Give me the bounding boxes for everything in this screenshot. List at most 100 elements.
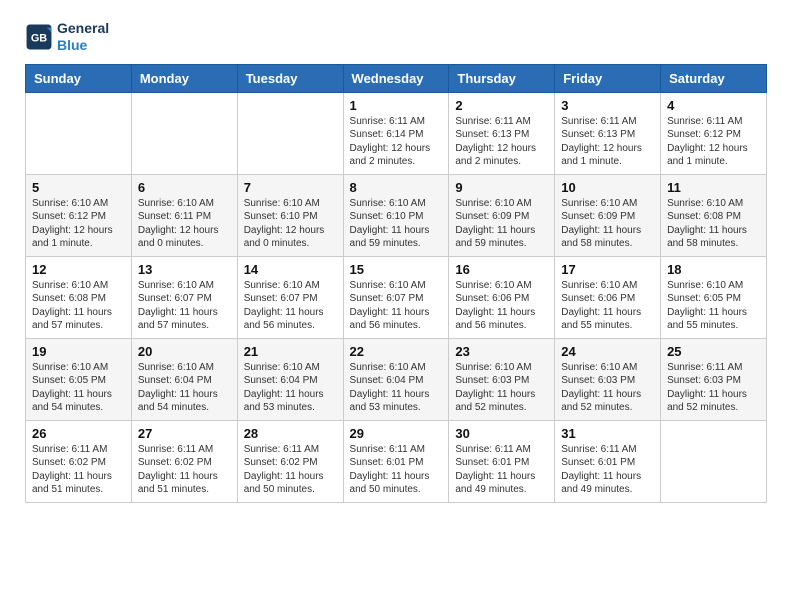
day-number: 28 [244, 426, 337, 441]
weekday-header-friday: Friday [555, 64, 661, 92]
day-info: Sunrise: 6:10 AM Sunset: 6:08 PM Dayligh… [32, 279, 125, 333]
calendar-table: SundayMondayTuesdayWednesdayThursdayFrid… [25, 64, 767, 503]
calendar-cell: 15 Sunrise: 6:10 AM Sunset: 6:07 PM Dayli… [343, 256, 449, 338]
day-number: 18 [667, 262, 760, 277]
calendar-cell: 8Sunrise: 6:10 AM Sunset: 6:10 PM Daylig… [343, 174, 449, 256]
weekday-header-saturday: Saturday [661, 64, 767, 92]
day-info: Sunrise: 6:11 AM Sunset: 6:02 PM Dayligh… [244, 443, 337, 497]
weekday-header-sunday: Sunday [26, 64, 132, 92]
weekday-header-thursday: Thursday [449, 64, 555, 92]
day-number: 1 [350, 98, 443, 113]
day-number: 5 [32, 180, 125, 195]
day-number: 6 [138, 180, 231, 195]
day-number: 24 [561, 344, 654, 359]
calendar-cell [26, 92, 132, 174]
day-info: Sunrise: 6:10 AM Sunset: 6:04 PM Dayligh… [350, 361, 443, 415]
day-number: 16 [455, 262, 548, 277]
day-info: Sunrise: 6:10 AM Sunset: 6:10 PM Dayligh… [350, 197, 443, 251]
day-number: 12 [32, 262, 125, 277]
day-info: Sunrise: 6:10 AM Sunset: 6:10 PM Dayligh… [244, 197, 337, 251]
logo-text: General Blue [57, 20, 109, 54]
day-info: Sunrise: 6:10 AM Sunset: 6:07 PM Dayligh… [138, 279, 231, 333]
calendar-cell: 31 Sunrise: 6:11 AM Sunset: 6:01 PM Dayli… [555, 420, 661, 502]
calendar-cell: 30Sunrise: 6:11 AM Sunset: 6:01 PM Dayli… [449, 420, 555, 502]
day-number: 13 [138, 262, 231, 277]
day-info: Sunrise: 6:10 AM Sunset: 6:08 PM Dayligh… [667, 197, 760, 251]
day-number: 7 [244, 180, 337, 195]
calendar-cell: 2Sunrise: 6:11 AM Sunset: 6:13 PM Daylig… [449, 92, 555, 174]
calendar-cell [131, 92, 237, 174]
day-info: Sunrise: 6:10 AM Sunset: 6:04 PM Dayligh… [244, 361, 337, 415]
day-info: Sunrise: 6:10 AM Sunset: 6:06 PM Dayligh… [455, 279, 548, 333]
day-info: Sunrise: 6:11 AM Sunset: 6:01 PM Dayligh… [561, 443, 654, 497]
day-number: 19 [32, 344, 125, 359]
day-number: 30 [455, 426, 548, 441]
day-number: 20 [138, 344, 231, 359]
day-info: Sunrise: 6:10 AM Sunset: 6:07 PM Dayligh… [350, 279, 443, 333]
calendar-cell: 27 Sunrise: 6:11 AM Sunset: 6:02 PM Dayli… [131, 420, 237, 502]
day-number: 23 [455, 344, 548, 359]
day-number: 22 [350, 344, 443, 359]
day-info: Sunrise: 6:11 AM Sunset: 6:12 PM Dayligh… [667, 115, 760, 169]
calendar-cell: 21 Sunrise: 6:10 AM Sunset: 6:04 PM Dayli… [237, 338, 343, 420]
calendar-week-2: 12 Sunrise: 6:10 AM Sunset: 6:08 PM Dayli… [26, 256, 767, 338]
calendar-cell: 24 Sunrise: 6:10 AM Sunset: 6:03 PM Dayli… [555, 338, 661, 420]
day-info: Sunrise: 6:11 AM Sunset: 6:13 PM Dayligh… [455, 115, 548, 169]
calendar-cell: 17Sunrise: 6:10 AM Sunset: 6:06 PM Dayli… [555, 256, 661, 338]
day-number: 3 [561, 98, 654, 113]
calendar-week-1: 5 Sunrise: 6:10 AM Sunset: 6:12 PM Daylig… [26, 174, 767, 256]
weekday-header-wednesday: Wednesday [343, 64, 449, 92]
day-number: 10 [561, 180, 654, 195]
calendar-cell: 20 Sunrise: 6:10 AM Sunset: 6:04 PM Dayli… [131, 338, 237, 420]
day-info: Sunrise: 6:10 AM Sunset: 6:09 PM Dayligh… [561, 197, 654, 251]
day-info: Sunrise: 6:10 AM Sunset: 6:04 PM Dayligh… [138, 361, 231, 415]
day-info: Sunrise: 6:11 AM Sunset: 6:02 PM Dayligh… [138, 443, 231, 497]
svg-text:GB: GB [31, 32, 47, 44]
day-number: 15 [350, 262, 443, 277]
day-number: 25 [667, 344, 760, 359]
calendar-cell: 25 Sunrise: 6:11 AM Sunset: 6:03 PM Dayli… [661, 338, 767, 420]
calendar-header: SundayMondayTuesdayWednesdayThursdayFrid… [26, 64, 767, 92]
day-info: Sunrise: 6:10 AM Sunset: 6:07 PM Dayligh… [244, 279, 337, 333]
day-info: Sunrise: 6:11 AM Sunset: 6:03 PM Dayligh… [667, 361, 760, 415]
day-info: Sunrise: 6:10 AM Sunset: 6:11 PM Dayligh… [138, 197, 231, 251]
day-info: Sunrise: 6:10 AM Sunset: 6:03 PM Dayligh… [455, 361, 548, 415]
calendar-cell: 18 Sunrise: 6:10 AM Sunset: 6:05 PM Dayli… [661, 256, 767, 338]
calendar-cell: 16 Sunrise: 6:10 AM Sunset: 6:06 PM Dayli… [449, 256, 555, 338]
calendar-cell: 12 Sunrise: 6:10 AM Sunset: 6:08 PM Dayli… [26, 256, 132, 338]
day-info: Sunrise: 6:11 AM Sunset: 6:02 PM Dayligh… [32, 443, 125, 497]
calendar-cell [661, 420, 767, 502]
day-number: 29 [350, 426, 443, 441]
calendar-cell: 3Sunrise: 6:11 AM Sunset: 6:13 PM Daylig… [555, 92, 661, 174]
day-info: Sunrise: 6:10 AM Sunset: 6:05 PM Dayligh… [667, 279, 760, 333]
calendar-cell: 23 Sunrise: 6:10 AM Sunset: 6:03 PM Dayli… [449, 338, 555, 420]
day-info: Sunrise: 6:10 AM Sunset: 6:05 PM Dayligh… [32, 361, 125, 415]
calendar-cell: 26 Sunrise: 6:11 AM Sunset: 6:02 PM Dayli… [26, 420, 132, 502]
calendar-cell: 28 Sunrise: 6:11 AM Sunset: 6:02 PM Dayli… [237, 420, 343, 502]
calendar-week-4: 26 Sunrise: 6:11 AM Sunset: 6:02 PM Dayli… [26, 420, 767, 502]
day-number: 14 [244, 262, 337, 277]
day-number: 26 [32, 426, 125, 441]
calendar-cell [237, 92, 343, 174]
day-number: 21 [244, 344, 337, 359]
weekday-header-row: SundayMondayTuesdayWednesdayThursdayFrid… [26, 64, 767, 92]
logo: GB General Blue [25, 20, 109, 54]
day-info: Sunrise: 6:10 AM Sunset: 6:09 PM Dayligh… [455, 197, 548, 251]
calendar-cell: 1 Sunrise: 6:11 AM Sunset: 6:14 PM Daylig… [343, 92, 449, 174]
day-info: Sunrise: 6:10 AM Sunset: 6:03 PM Dayligh… [561, 361, 654, 415]
day-number: 4 [667, 98, 760, 113]
calendar-cell: 6 Sunrise: 6:10 AM Sunset: 6:11 PM Daylig… [131, 174, 237, 256]
calendar-cell: 4 Sunrise: 6:11 AM Sunset: 6:12 PM Daylig… [661, 92, 767, 174]
logo-icon: GB [25, 23, 53, 51]
calendar-cell: 13 Sunrise: 6:10 AM Sunset: 6:07 PM Dayli… [131, 256, 237, 338]
calendar-cell: 19 Sunrise: 6:10 AM Sunset: 6:05 PM Dayli… [26, 338, 132, 420]
day-number: 27 [138, 426, 231, 441]
weekday-header-tuesday: Tuesday [237, 64, 343, 92]
calendar-week-0: 1 Sunrise: 6:11 AM Sunset: 6:14 PM Daylig… [26, 92, 767, 174]
day-number: 31 [561, 426, 654, 441]
calendar-cell: 10 Sunrise: 6:10 AM Sunset: 6:09 PM Dayli… [555, 174, 661, 256]
calendar-body: 1 Sunrise: 6:11 AM Sunset: 6:14 PM Daylig… [26, 92, 767, 502]
day-number: 17 [561, 262, 654, 277]
day-info: Sunrise: 6:11 AM Sunset: 6:14 PM Dayligh… [350, 115, 443, 169]
day-info: Sunrise: 6:10 AM Sunset: 6:12 PM Dayligh… [32, 197, 125, 251]
